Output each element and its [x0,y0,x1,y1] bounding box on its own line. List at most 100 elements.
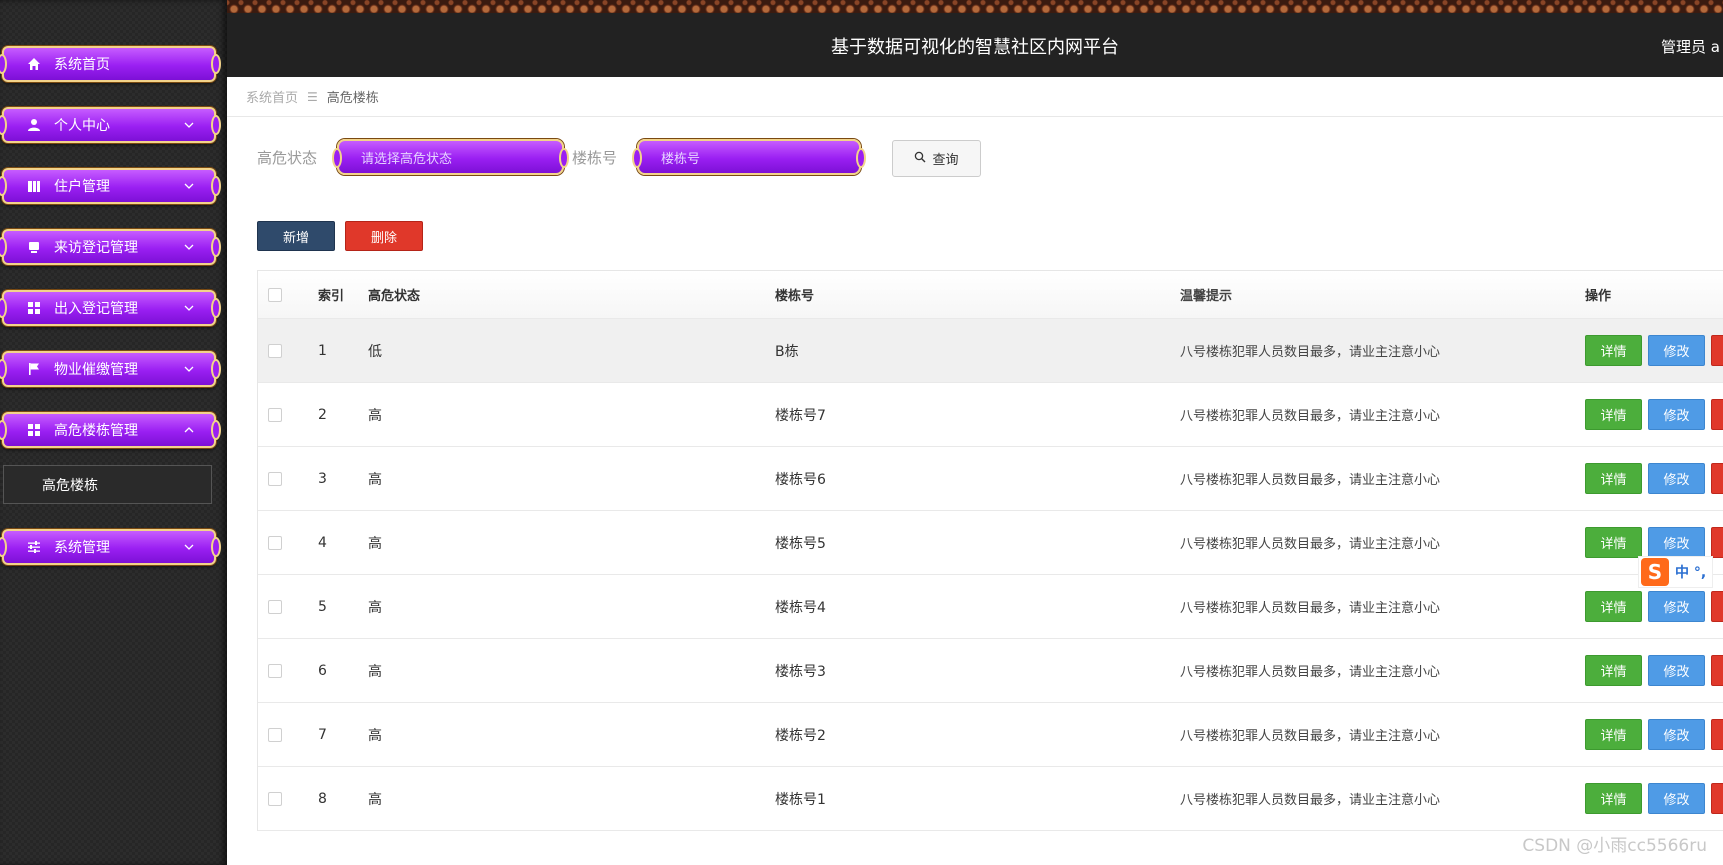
sidebar-item-entry-exit[interactable]: 出入登记管理 [0,290,221,326]
ime-mode-label: 中 °, [1675,565,1707,581]
edit-button[interactable]: 修改 [1648,463,1705,494]
detail-button[interactable]: 详情 [1585,527,1642,558]
row-index: 7 [318,726,327,743]
row-building: B栋 [775,343,799,360]
row-checkbox[interactable] [268,727,282,742]
row-status: 高 [368,663,382,680]
status-select[interactable]: 请选择高危状态 [332,139,569,175]
ime-indicator[interactable]: S 中 °, [1638,556,1714,588]
row-checkbox[interactable] [268,791,282,806]
row-status: 高 [368,535,382,552]
breadcrumb-separator-icon: ☰ [307,89,318,104]
row-delete-button[interactable] [1711,591,1723,622]
edit-button[interactable]: 修改 [1648,399,1705,430]
row-tip: 八号楼栋犯罪人员数目最多，请业主注意小心 [1180,601,1441,616]
row-index: 8 [318,790,327,807]
detail-button[interactable]: 详情 [1585,591,1642,622]
main-content: 系统首页 ☰ 高危楼栋 高危状态 请选择高危状态 楼栋号 楼栋号 查询 新增 删… [227,77,1723,865]
row-tip: 八号楼栋犯罪人员数目最多，请业主注意小心 [1180,345,1441,360]
sidebar-item-personal-center[interactable]: 个人中心 [0,107,221,143]
row-building: 楼栋号4 [775,599,826,616]
add-button[interactable]: 新增 [257,221,335,251]
delete-button[interactable]: 删除 [345,221,423,251]
search-button[interactable]: 查询 [892,140,981,177]
row-checkbox[interactable] [268,535,282,550]
edit-button[interactable]: 修改 [1648,783,1705,814]
detail-button[interactable]: 详情 [1585,463,1642,494]
row-delete-button[interactable] [1711,655,1723,686]
row-checkbox[interactable] [268,407,282,422]
sidebar-item-home[interactable]: 系统首页 [0,46,221,82]
sidebar-item-label: 个人中心 [54,118,110,134]
detail-button[interactable]: 详情 [1585,399,1642,430]
sidebar-item-label: 高危楼栋管理 [54,423,138,439]
row-index: 5 [318,598,327,615]
status-filter-label: 高危状态 [257,149,318,167]
detail-button[interactable]: 详情 [1585,719,1642,750]
decorative-border [227,0,1723,13]
row-checkbox[interactable] [268,471,282,486]
table-row: 1 低 B栋 八号楼栋犯罪人员数目最多，请业主注意小心 详情 修改 [258,319,1723,383]
sidebar-item-property-fees[interactable]: 物业催缴管理 [0,351,221,387]
table-row: 7 高 楼栋号2 八号楼栋犯罪人员数目最多，请业主注意小心 详情 修改 [258,703,1723,767]
row-index: 2 [318,406,327,423]
sidebar-item-label: 住户管理 [54,179,110,195]
detail-button[interactable]: 详情 [1585,335,1642,366]
row-delete-button[interactable] [1711,335,1723,366]
sidebar-item-label: 来访登记管理 [54,240,138,256]
edit-button[interactable]: 修改 [1648,591,1705,622]
chevron-down-icon [184,120,194,130]
row-status: 高 [368,791,382,808]
watermark: CSDN @小雨cc5566ru [1522,836,1707,856]
sidebar-item-visitor-registration[interactable]: 来访登记管理 [0,229,221,265]
row-delete-button[interactable] [1711,783,1723,814]
row-building: 楼栋号5 [775,535,826,552]
column-header-index: 索引 [318,289,345,304]
row-status: 高 [368,727,382,744]
table-row: 3 高 楼栋号6 八号楼栋犯罪人员数目最多，请业主注意小心 详情 修改 [258,447,1723,511]
row-checkbox[interactable] [268,599,282,614]
row-delete-button[interactable] [1711,527,1723,558]
edit-button[interactable]: 修改 [1648,719,1705,750]
sidebar-item-residents[interactable]: 住户管理 [0,168,221,204]
search-button-label: 查询 [932,153,959,168]
building-input-placeholder: 楼栋号 [661,151,701,167]
edit-button[interactable]: 修改 [1648,655,1705,686]
row-tip: 八号楼栋犯罪人员数目最多，请业主注意小心 [1180,537,1441,552]
data-table: 索引 高危状态 楼栋号 温馨提示 操作 1 低 B栋 八号楼栋犯罪人员数目最多，… [257,270,1723,831]
select-all-checkbox[interactable] [268,287,282,302]
edit-button[interactable]: 修改 [1648,527,1705,558]
chevron-up-icon [184,425,194,435]
sidebar-subitem-label: 高危楼栋 [42,477,98,494]
user-icon [26,117,42,133]
row-checkbox[interactable] [268,663,282,678]
page-title: 基于数据可视化的智慧社区内网平台 [831,37,1119,58]
row-delete-button[interactable] [1711,719,1723,750]
grid-icon [26,422,42,438]
table-header-row: 索引 高危状态 楼栋号 温馨提示 操作 [258,271,1723,319]
row-delete-button[interactable] [1711,399,1723,430]
sogou-ime-icon: S [1641,558,1669,586]
row-delete-button[interactable] [1711,463,1723,494]
user-menu[interactable]: 管理员 a [1661,36,1723,57]
flag-icon [26,361,42,377]
breadcrumb: 系统首页 ☰ 高危楼栋 [227,77,1723,117]
column-header-building: 楼栋号 [775,289,815,304]
sidebar-item-high-risk-buildings[interactable]: 高危楼栋管理 [0,412,221,448]
building-search-input[interactable]: 楼栋号 [632,139,866,175]
row-building: 楼栋号3 [775,663,826,680]
sidebar-item-label: 出入登记管理 [54,301,138,317]
row-status: 高 [368,407,382,424]
sidebar-subitem-high-risk-building[interactable]: 高危楼栋 [3,465,212,504]
row-checkbox[interactable] [268,343,282,358]
monitor-icon [26,239,42,255]
detail-button[interactable]: 详情 [1585,655,1642,686]
sidebar-item-system-management[interactable]: 系统管理 [0,529,221,565]
chevron-down-icon [184,542,194,552]
home-icon [26,56,42,72]
table-row: 4 高 楼栋号5 八号楼栋犯罪人员数目最多，请业主注意小心 详情 修改 [258,511,1723,575]
edit-button[interactable]: 修改 [1648,335,1705,366]
row-building: 楼栋号7 [775,407,826,424]
breadcrumb-home[interactable]: 系统首页 [246,87,298,106]
detail-button[interactable]: 详情 [1585,783,1642,814]
